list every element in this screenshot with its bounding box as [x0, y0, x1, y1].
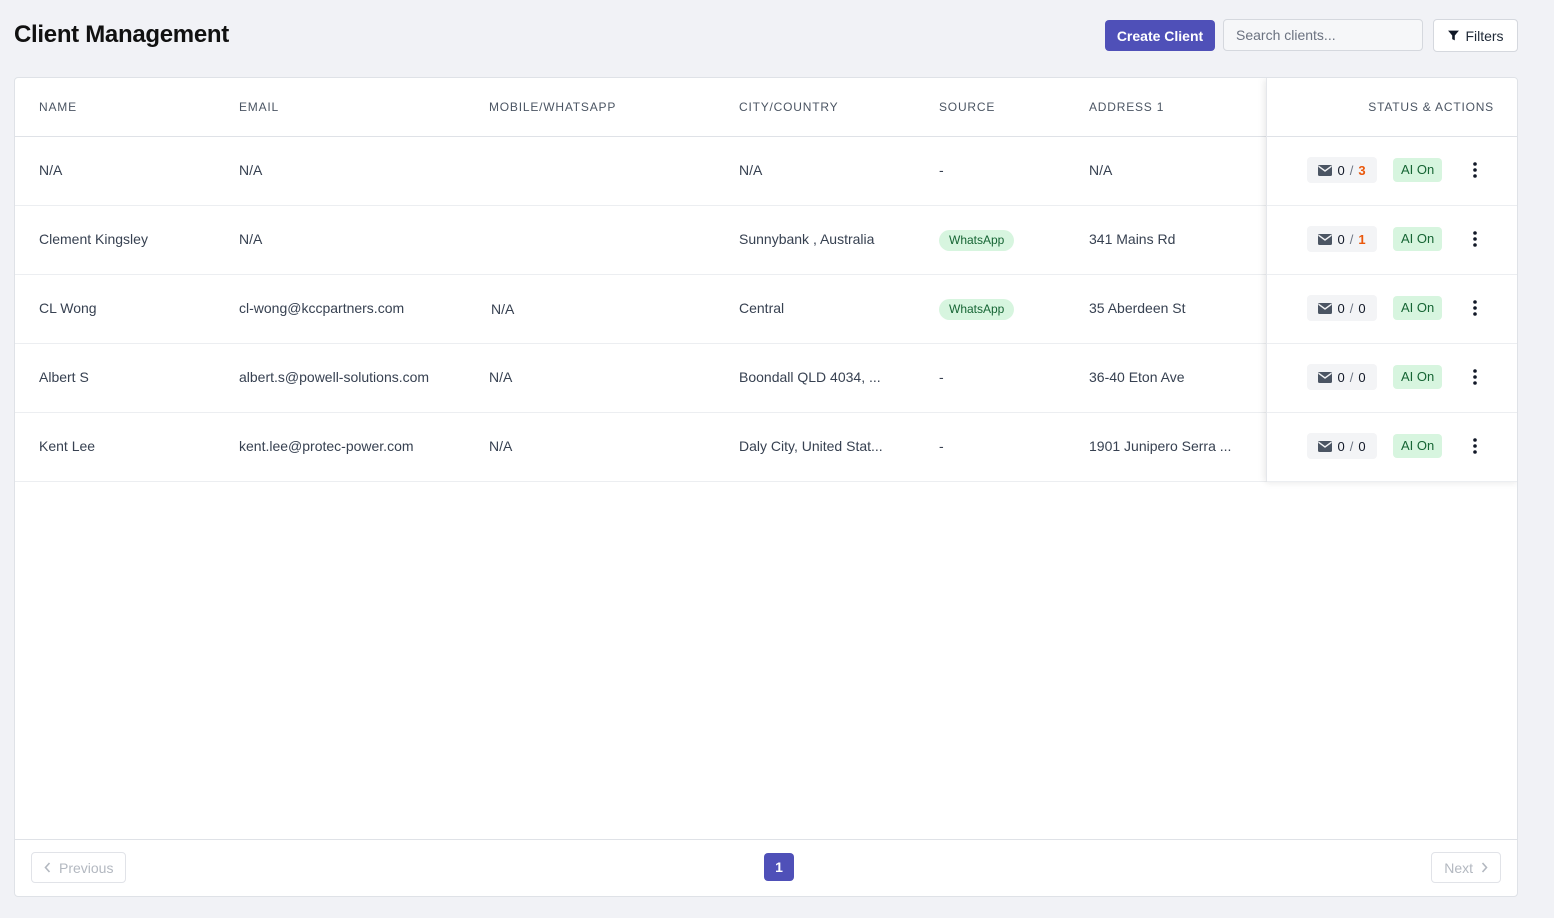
mail-icon: [1318, 371, 1333, 383]
more-vertical-icon: [1473, 438, 1477, 454]
more-vertical-icon: [1473, 162, 1477, 178]
filter-icon: [1448, 30, 1460, 41]
column-header-status-actions: STATUS & ACTIONS: [1368, 100, 1494, 114]
ai-status-badge[interactable]: AI On: [1393, 158, 1443, 182]
chevron-right-icon: [1481, 862, 1488, 873]
client-address: 341 Mains Rd: [1089, 231, 1176, 247]
client-mobile: N/A: [491, 301, 515, 317]
client-mobile: N/A: [489, 369, 513, 385]
status-actions-row: 0/3 AI On: [1267, 136, 1517, 206]
client-address: 36-40 Eton Ave: [1089, 369, 1185, 385]
client-name: CL Wong: [39, 300, 97, 316]
count-separator: /: [1349, 300, 1354, 316]
message-count-pill[interactable]: 0/1: [1307, 226, 1377, 252]
client-city: N/A: [739, 162, 763, 178]
client-email: N/A: [239, 231, 263, 247]
filters-label: Filters: [1465, 27, 1504, 44]
client-name: N/A: [39, 162, 63, 178]
client-city: Daly City, United Stat...: [739, 438, 883, 454]
page-1-button[interactable]: 1: [764, 853, 794, 881]
total-count: 3: [1358, 162, 1366, 178]
total-count: 0: [1358, 438, 1366, 454]
row-menu-button[interactable]: [1465, 156, 1485, 184]
more-vertical-icon: [1473, 300, 1477, 316]
message-count-pill[interactable]: 0/3: [1307, 157, 1377, 183]
column-header-city[interactable]: CITY/COUNTRY: [739, 100, 838, 114]
status-actions-header: STATUS & ACTIONS: [1267, 78, 1517, 137]
message-count-pill[interactable]: 0/0: [1307, 295, 1377, 321]
client-email: cl-wong@kccpartners.com: [239, 300, 405, 316]
read-count: 0: [1337, 162, 1345, 178]
column-header-name[interactable]: NAME: [39, 100, 77, 114]
client-city: Boondall QLD 4034, ...: [739, 369, 881, 385]
client-address: N/A: [1089, 162, 1113, 178]
message-count-pill[interactable]: 0/0: [1307, 433, 1377, 459]
read-count: 0: [1337, 300, 1345, 316]
status-actions-row: 0/0 AI On: [1267, 412, 1517, 482]
total-count: 0: [1358, 369, 1366, 385]
clients-table-card: NAME EMAIL MOBILE/WHATSAPP CITY/COUNTRY …: [14, 77, 1518, 897]
pagination: Previous 1 Next: [15, 839, 1517, 896]
client-name: Kent Lee: [39, 438, 96, 454]
message-count-pill[interactable]: 0/0: [1307, 364, 1377, 390]
client-email: albert.s@powell-solutions.com: [239, 369, 430, 385]
next-page-button[interactable]: Next: [1431, 852, 1501, 883]
status-actions-row: 0/1 AI On: [1267, 205, 1517, 275]
client-city: Sunnybank , Australia: [739, 231, 875, 247]
source-badge: WhatsApp: [939, 230, 1015, 251]
status-actions-row: 0/0 AI On: [1267, 343, 1517, 413]
read-count: 0: [1337, 438, 1345, 454]
client-address: 1901 Junipero Serra ...: [1089, 438, 1232, 454]
chevron-left-icon: [44, 862, 51, 873]
search-input[interactable]: [1223, 19, 1423, 51]
read-count: 0: [1337, 231, 1345, 247]
mail-icon: [1318, 233, 1333, 245]
total-count: 0: [1358, 300, 1366, 316]
next-label: Next: [1444, 859, 1473, 876]
create-client-button[interactable]: Create Client: [1105, 20, 1215, 51]
client-source: -: [939, 162, 944, 178]
row-menu-button[interactable]: [1465, 363, 1485, 391]
ai-status-badge[interactable]: AI On: [1393, 296, 1443, 320]
row-menu-button[interactable]: [1465, 294, 1485, 322]
mail-icon: [1318, 164, 1333, 176]
ai-status-badge[interactable]: AI On: [1393, 434, 1443, 458]
client-source: -: [939, 369, 944, 385]
ai-status-badge[interactable]: AI On: [1393, 227, 1443, 251]
mail-icon: [1318, 302, 1333, 314]
client-name: Albert S: [39, 369, 89, 385]
client-source: -: [939, 438, 944, 454]
row-menu-button[interactable]: [1465, 225, 1485, 253]
client-mobile: N/A: [489, 438, 513, 454]
count-separator: /: [1349, 438, 1354, 454]
client-email: kent.lee@protec-power.com: [239, 438, 414, 454]
count-separator: /: [1349, 369, 1354, 385]
mail-icon: [1318, 440, 1333, 452]
read-count: 0: [1337, 369, 1345, 385]
more-vertical-icon: [1473, 231, 1477, 247]
column-header-mobile[interactable]: MOBILE/WHATSAPP: [489, 100, 616, 114]
page-title: Client Management: [14, 21, 229, 48]
client-address: 35 Aberdeen St: [1089, 300, 1186, 316]
count-separator: /: [1349, 162, 1354, 178]
previous-label: Previous: [59, 859, 114, 876]
client-email: N/A: [239, 162, 263, 178]
column-header-source[interactable]: SOURCE: [939, 100, 995, 114]
filters-button[interactable]: Filters: [1433, 19, 1518, 52]
status-actions-row: 0/0 AI On: [1267, 274, 1517, 344]
row-menu-button[interactable]: [1465, 432, 1485, 460]
client-name: Clement Kingsley: [39, 231, 148, 247]
page-header: Client Management Create Client Filters: [14, 18, 1518, 54]
column-header-address[interactable]: ADDRESS 1: [1089, 100, 1164, 114]
client-city: Central: [739, 300, 785, 316]
more-vertical-icon: [1473, 369, 1477, 385]
source-badge: WhatsApp: [939, 299, 1015, 320]
ai-status-badge[interactable]: AI On: [1393, 365, 1443, 389]
column-header-email[interactable]: EMAIL: [239, 100, 279, 114]
status-actions-column: STATUS & ACTIONS 0/3 AI On 0/1 AI On 0 /…: [1266, 78, 1517, 482]
count-separator: /: [1349, 231, 1354, 247]
total-count: 1: [1358, 231, 1366, 247]
previous-page-button[interactable]: Previous: [31, 852, 127, 883]
